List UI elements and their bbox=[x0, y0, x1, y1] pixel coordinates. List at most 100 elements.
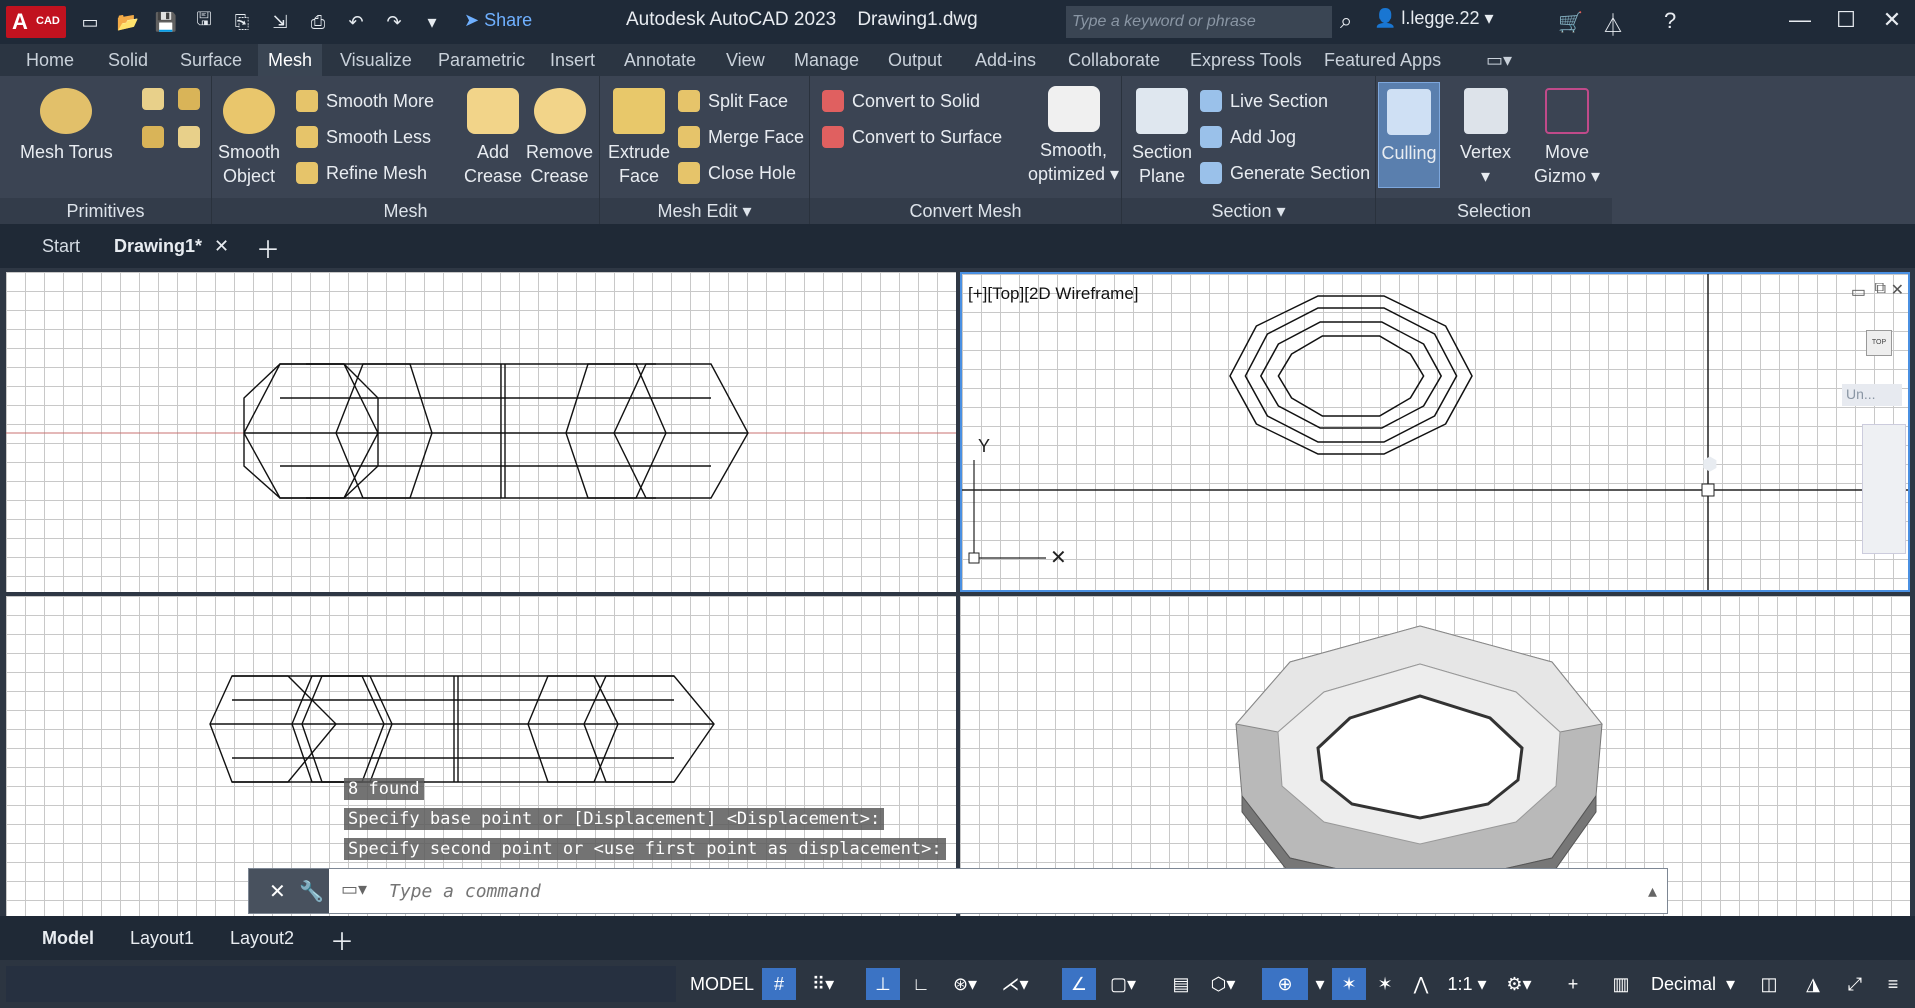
tab-collaborate[interactable]: Collaborate bbox=[1068, 50, 1160, 71]
tab-surface[interactable]: Surface bbox=[180, 50, 242, 71]
mesh-pyramid-icon[interactable] bbox=[142, 126, 164, 148]
graphics-performance-icon[interactable]: ◮ bbox=[1796, 968, 1830, 1000]
tab-solid[interactable]: Solid bbox=[108, 50, 148, 71]
smooth-optimized-dropdown[interactable]: Smooth, optimized ▾ bbox=[1028, 86, 1119, 186]
tab-drawing1[interactable]: Drawing1* bbox=[114, 236, 202, 257]
snap-icon[interactable]: ⠿▾ bbox=[800, 968, 846, 1000]
new-tab-icon[interactable]: ＋ bbox=[256, 230, 280, 265]
new-file-icon[interactable]: ▭ bbox=[76, 8, 104, 36]
customize-dropdown-icon[interactable]: ▾ bbox=[418, 8, 446, 36]
tab-add-ins[interactable]: Add-ins bbox=[975, 50, 1036, 71]
mesh-wedge-icon[interactable] bbox=[178, 88, 200, 110]
tab-parametric[interactable]: Parametric bbox=[438, 50, 525, 71]
object-snap-tracking-icon[interactable]: ∠ bbox=[1062, 968, 1096, 1000]
culling-toggle[interactable]: Culling bbox=[1378, 82, 1440, 188]
close-hole-button[interactable]: Close Hole bbox=[678, 162, 796, 184]
web-open-icon[interactable]: ⎘ bbox=[228, 8, 256, 36]
keyword-search-input[interactable]: Type a keyword or phrase bbox=[1066, 6, 1332, 38]
tab-start[interactable]: Start bbox=[42, 236, 80, 257]
tab-layout1[interactable]: Layout1 bbox=[130, 928, 194, 949]
mesh-box-icon[interactable] bbox=[142, 88, 164, 110]
add-jog-button[interactable]: Add Jog bbox=[1200, 126, 1296, 148]
close-icon[interactable]: ✕ bbox=[1869, 0, 1915, 40]
new-layout-icon[interactable]: ＋ bbox=[330, 922, 354, 957]
viewport-close-icon[interactable]: ✕ bbox=[1891, 280, 1904, 300]
refine-mesh-button[interactable]: Refine Mesh bbox=[296, 162, 427, 184]
tab-manage[interactable]: Manage bbox=[794, 50, 859, 71]
cart-icon[interactable]: 🛒 bbox=[1558, 10, 1583, 35]
tab-layout2[interactable]: Layout2 bbox=[230, 928, 294, 949]
generate-section-button[interactable]: Generate Section bbox=[1200, 162, 1370, 184]
units-icon[interactable]: ▥ bbox=[1604, 968, 1638, 1000]
panel-label-mesh[interactable]: Mesh bbox=[212, 198, 599, 224]
viewport-minimize-icon[interactable]: ▭ bbox=[1851, 282, 1866, 302]
search-icon[interactable]: ⌕ bbox=[1340, 8, 1352, 34]
model-space-button[interactable]: MODEL bbox=[690, 968, 754, 1000]
live-section-button[interactable]: Live Section bbox=[1200, 90, 1328, 112]
share-button[interactable]: ➤ Share bbox=[464, 10, 532, 31]
maximize-icon[interactable]: ☐ bbox=[1823, 0, 1869, 40]
viewport-restore-icon[interactable]: ⧉ bbox=[1875, 280, 1886, 298]
quick-properties-icon[interactable]: ◫ bbox=[1752, 968, 1786, 1000]
grid-icon[interactable]: # bbox=[762, 968, 796, 1000]
vertex-filter-dropdown[interactable]: Vertex ▾ bbox=[1460, 88, 1511, 188]
smooth-less-button[interactable]: Smooth Less bbox=[296, 126, 431, 148]
tab-view[interactable]: View bbox=[726, 50, 765, 71]
viewport-front[interactable] bbox=[6, 272, 956, 592]
polar-tracking-icon[interactable]: ⊛▾ bbox=[942, 968, 988, 1000]
add-crease-button[interactable]: Add Crease bbox=[464, 88, 522, 188]
panel-label-section[interactable]: Section ▾ bbox=[1122, 198, 1375, 224]
ucs-dropdown[interactable]: Un... bbox=[1842, 384, 1902, 406]
remove-crease-button[interactable]: Remove Crease bbox=[526, 88, 593, 188]
mesh-torus-button[interactable]: Mesh Torus bbox=[20, 88, 113, 164]
dynamic-ucs-dropdown-icon[interactable]: ▾ bbox=[1308, 968, 1332, 1000]
panel-label-primitives[interactable]: Primitives bbox=[0, 198, 211, 224]
infer-constraints-icon[interactable]: ⊥ bbox=[866, 968, 900, 1000]
tab-home[interactable]: Home bbox=[26, 50, 74, 71]
tab-visualize[interactable]: Visualize bbox=[340, 50, 412, 71]
minimize-icon[interactable]: — bbox=[1777, 0, 1823, 40]
save-icon[interactable]: 💾 bbox=[152, 8, 180, 36]
annotation-visibility-icon[interactable]: ✶ bbox=[1332, 968, 1366, 1000]
move-gizmo-dropdown[interactable]: Move Gizmo ▾ bbox=[1534, 88, 1600, 188]
command-prompt-icon[interactable]: ▭▾ bbox=[341, 879, 367, 900]
isodraft-icon[interactable]: ⋌▾ bbox=[992, 968, 1038, 1000]
close-command-icon[interactable]: ✕ bbox=[269, 879, 286, 904]
clean-screen-icon[interactable]: ⤢ bbox=[1838, 968, 1872, 1000]
autocad-logo[interactable]: A CAD bbox=[6, 6, 66, 38]
split-face-button[interactable]: Split Face bbox=[678, 90, 788, 112]
navigation-bar[interactable] bbox=[1862, 424, 1906, 554]
customization-menu-icon[interactable]: ≡ bbox=[1876, 968, 1910, 1000]
plot-icon[interactable]: ⎙ bbox=[304, 8, 332, 36]
undo-icon[interactable]: ↶ bbox=[342, 8, 370, 36]
section-plane-button[interactable]: Section Plane bbox=[1132, 88, 1192, 188]
save-as-icon[interactable]: 🖫 bbox=[190, 8, 218, 36]
help-icon[interactable]: ? bbox=[1664, 8, 1676, 34]
convert-to-surface-button[interactable]: Convert to Surface bbox=[822, 126, 1002, 148]
close-tab-icon[interactable]: ✕ bbox=[214, 236, 229, 257]
tab-express-tools[interactable]: Express Tools bbox=[1190, 50, 1302, 71]
annotation-scale-icon[interactable]: ⋀ bbox=[1404, 968, 1438, 1000]
lineweight-icon[interactable]: ▤ bbox=[1164, 968, 1198, 1000]
panel-label-mesh-edit[interactable]: Mesh Edit ▾ bbox=[600, 198, 809, 224]
units-dropdown[interactable]: Decimal ▾ bbox=[1636, 968, 1750, 1000]
merge-face-button[interactable]: Merge Face bbox=[678, 126, 804, 148]
viewport-top[interactable]: [+][Top][2D Wireframe] Y ✕ ▭ ⧉ ✕ TOP Un.… bbox=[960, 272, 1910, 592]
ortho-icon[interactable]: ∟ bbox=[904, 968, 938, 1000]
steering-wheel-icon[interactable]: ⬢ bbox=[1702, 454, 1718, 475]
tab-output[interactable]: Output bbox=[888, 50, 942, 71]
mesh-revolve-icon[interactable] bbox=[178, 126, 200, 148]
tab-insert[interactable]: Insert bbox=[550, 50, 595, 71]
convert-to-solid-button[interactable]: Convert to Solid bbox=[822, 90, 980, 112]
tab-model[interactable]: Model bbox=[42, 928, 94, 949]
open-folder-icon[interactable]: 📂 bbox=[114, 8, 142, 36]
smooth-object-button[interactable]: Smooth Object bbox=[218, 88, 280, 188]
tab-annotate[interactable]: Annotate bbox=[624, 50, 696, 71]
auto-scale-icon[interactable]: ✶ bbox=[1368, 968, 1402, 1000]
tab-featured-apps[interactable]: Featured Apps bbox=[1324, 50, 1441, 71]
scale-dropdown[interactable]: 1:1 ▾ bbox=[1442, 968, 1492, 1000]
object-snap-icon[interactable]: ▢▾ bbox=[1100, 968, 1146, 1000]
command-input[interactable] bbox=[389, 877, 1589, 905]
customize-wrench-icon[interactable]: 🔧 bbox=[299, 879, 324, 904]
ribbon-display-toggle-icon[interactable]: ▭▾ bbox=[1486, 50, 1512, 71]
